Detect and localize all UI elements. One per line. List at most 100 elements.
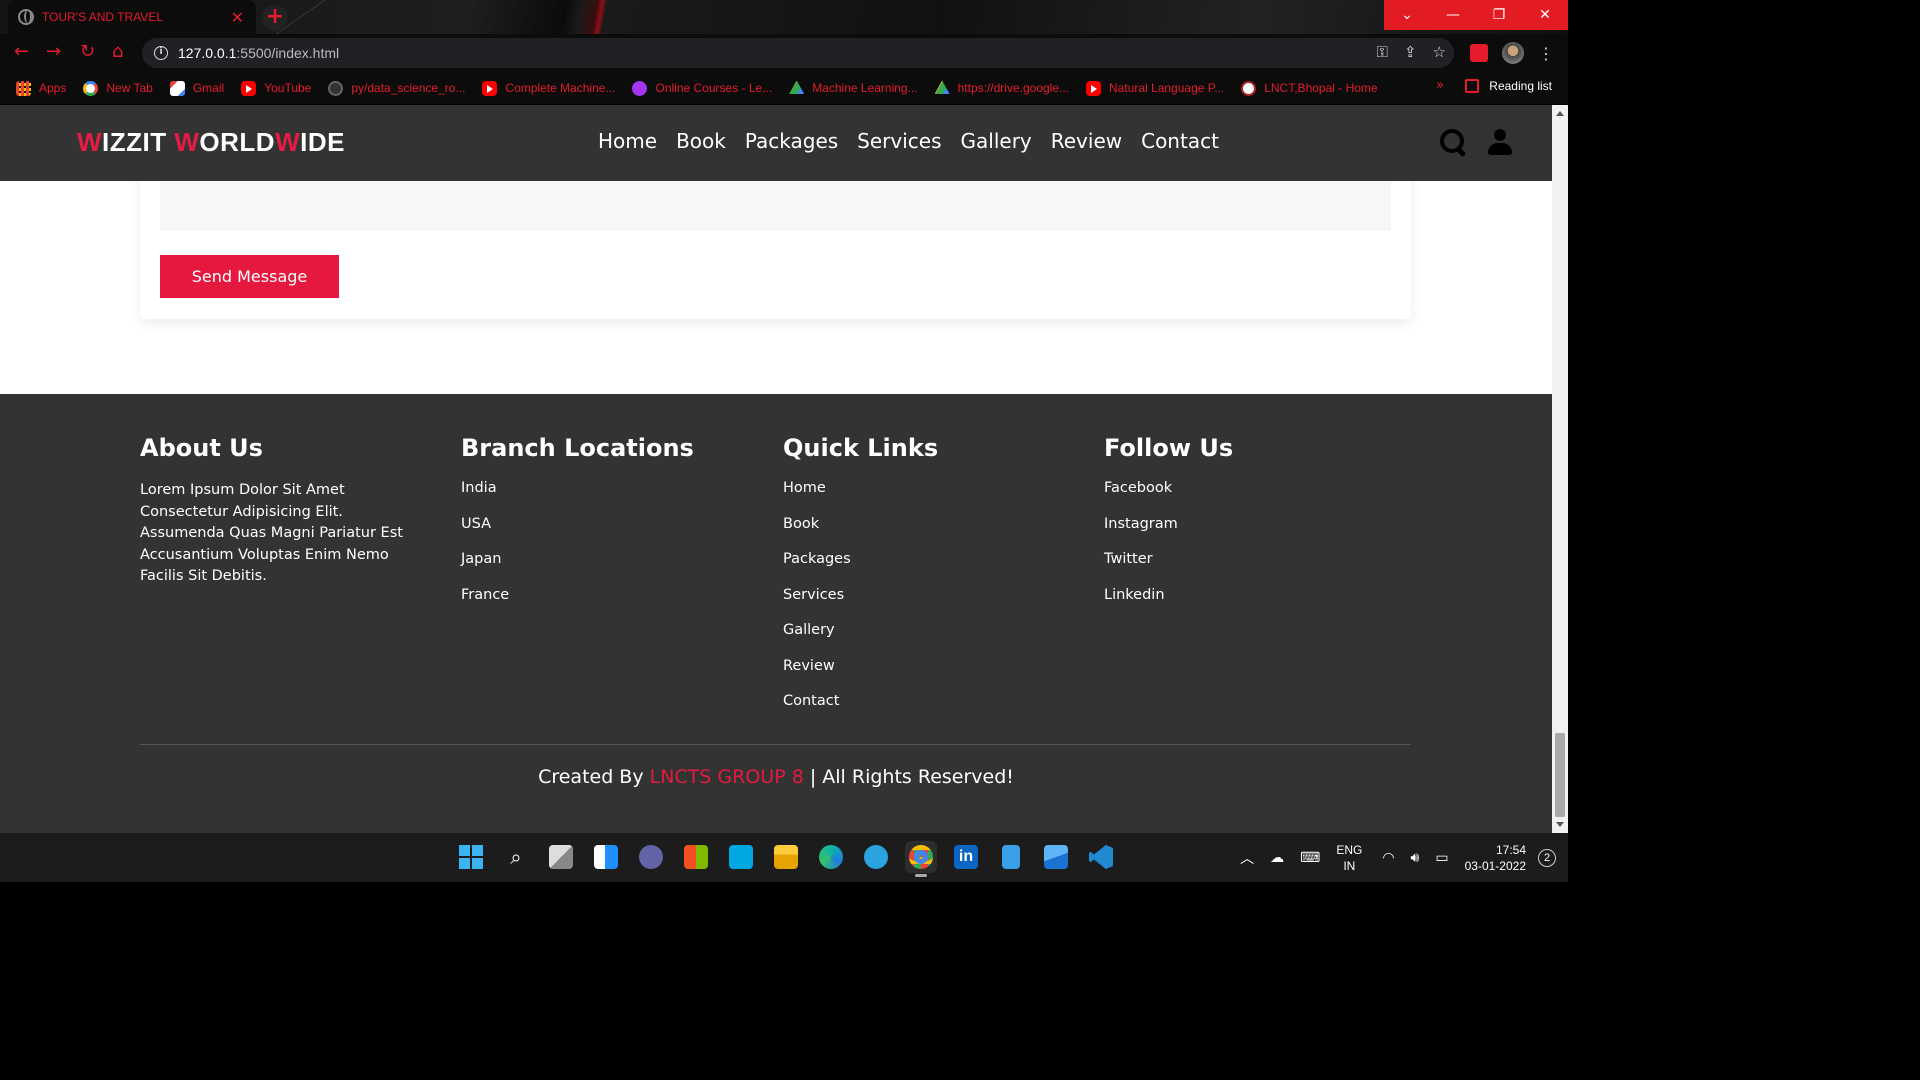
branch-link[interactable]: USA <box>461 516 694 552</box>
battery-icon[interactable]: ▭ <box>1435 849 1448 866</box>
branch-link[interactable]: France <box>461 587 694 623</box>
social-link[interactable]: Instagram <box>1104 516 1233 552</box>
home-icon[interactable]: ⌂ <box>112 42 123 62</box>
reading-list-label: Reading list <box>1489 79 1552 93</box>
vscode[interactable] <box>1085 841 1117 873</box>
nav-home[interactable]: Home <box>598 129 657 153</box>
quick-link[interactable]: Book <box>783 516 938 552</box>
extension-icon[interactable] <box>1470 44 1488 62</box>
reload-icon[interactable]: ↻ <box>80 42 95 62</box>
quick-link[interactable]: Packages <box>783 551 938 587</box>
bookmark-gmail[interactable]: Gmail <box>169 80 224 96</box>
site-footer: About Us Lorem Ipsum Dolor Sit Amet Cons… <box>0 394 1552 833</box>
wifi-icon[interactable]: ◠ <box>1382 849 1394 866</box>
footer-about: About Us Lorem Ipsum Dolor Sit Amet Cons… <box>140 434 430 588</box>
bookmark-youtube[interactable]: YouTube <box>241 80 311 96</box>
chrome[interactable] <box>905 841 937 877</box>
branch-link[interactable]: Japan <box>461 551 694 587</box>
start-button[interactable] <box>455 841 487 873</box>
nav-services[interactable]: Services <box>857 129 941 153</box>
nav-packages[interactable]: Packages <box>745 129 838 153</box>
browser-tab[interactable]: TOUR'S AND TRAVEL ✕ <box>8 0 256 34</box>
quick-link[interactable]: Gallery <box>783 622 938 658</box>
new-tab-button[interactable]: + <box>262 5 288 31</box>
edge[interactable] <box>815 841 847 873</box>
logo-letter: W <box>174 127 200 157</box>
about-text: Lorem Ipsum Dolor Sit Amet Consectetur A… <box>140 482 403 584</box>
key-icon[interactable]: ⚿ <box>1377 43 1388 61</box>
branch-link[interactable]: India <box>461 480 694 516</box>
keyboard-icon[interactable]: ⌨ <box>1300 849 1320 866</box>
url-host: 127.0.0.1 <box>178 45 237 61</box>
widgets[interactable] <box>590 841 622 873</box>
nav-gallery[interactable]: Gallery <box>961 129 1032 153</box>
bookmark-machine-learning[interactable]: Machine Learning... <box>789 80 918 96</box>
search-icon[interactable] <box>1440 129 1466 157</box>
star-icon[interactable]: ☆ <box>1433 43 1446 61</box>
quick-link[interactable]: Contact <box>783 693 938 729</box>
bookmark-github[interactable]: py/data_science_ro... <box>328 80 465 96</box>
tab-close-icon[interactable]: ✕ <box>231 8 244 27</box>
prime-video[interactable] <box>725 841 757 873</box>
notepad[interactable] <box>995 841 1027 873</box>
quick-link[interactable]: Review <box>783 658 938 694</box>
send-message-button[interactable]: Send Message <box>160 255 339 298</box>
linkedin-icon: in <box>954 845 978 869</box>
page-scrollbar[interactable] <box>1552 105 1568 833</box>
bookmark-label: https://drive.google... <box>957 81 1070 95</box>
address-bar[interactable]: i 127.0.0.1:5500/index.html ⚿ ⇪ ☆ <box>142 38 1454 68</box>
taskbar-search[interactable]: ⌕ <box>500 841 532 873</box>
telegram[interactable] <box>860 841 892 873</box>
quick-link[interactable]: Services <box>783 587 938 623</box>
notification-badge[interactable]: 2 <box>1538 848 1556 867</box>
url-path: :5500/index.html <box>236 45 340 61</box>
widgets-icon <box>594 845 618 869</box>
nav-review[interactable]: Review <box>1051 129 1122 153</box>
scrollbar-thumb[interactable] <box>1555 733 1565 817</box>
linkedin[interactable]: in <box>950 841 982 873</box>
microsoft-store[interactable] <box>680 841 712 873</box>
bookmark-online-courses[interactable]: Online Courses - Le... <box>632 80 772 96</box>
social-link[interactable]: Twitter <box>1104 551 1233 587</box>
bookmark-lnct[interactable]: LNCT,Bhopal - Home <box>1241 80 1378 96</box>
scroll-up-icon[interactable] <box>1556 111 1564 116</box>
branches-title: Branch Locations <box>461 434 694 462</box>
mail[interactable] <box>1040 841 1072 873</box>
restore-icon[interactable]: ❐ <box>1476 0 1522 30</box>
more-bookmarks-icon[interactable]: » <box>1436 78 1444 93</box>
site-info-icon[interactable]: i <box>154 46 168 60</box>
back-icon[interactable]: ← <box>14 42 29 62</box>
task-view[interactable] <box>545 841 577 873</box>
folder-icon <box>774 845 798 869</box>
nav-book[interactable]: Book <box>676 129 726 153</box>
bookmark-drive[interactable]: https://drive.google... <box>934 80 1070 96</box>
bookmark-apps[interactable]: Apps <box>16 80 66 96</box>
language-indicator[interactable]: ENG IN <box>1336 842 1362 874</box>
nav-contact[interactable]: Contact <box>1141 129 1219 153</box>
site-logo[interactable]: WIZZIT WORLDWIDE <box>77 127 345 158</box>
onedrive-cloud-icon[interactable]: ☁ <box>1270 849 1284 866</box>
teams-chat[interactable] <box>635 841 667 873</box>
bookmark-nlp[interactable]: Natural Language P... <box>1086 80 1224 96</box>
omnibox-actions: ⚿ ⇪ ☆ <box>1377 43 1446 61</box>
minimize-icon[interactable]: — <box>1430 0 1476 30</box>
scroll-down-icon[interactable] <box>1556 822 1564 827</box>
user-icon[interactable] <box>1488 129 1512 157</box>
bookmark-new-tab[interactable]: New Tab <box>83 80 153 96</box>
reading-list-button[interactable]: Reading list <box>1465 79 1552 93</box>
clock[interactable]: 17:54 03-01-2022 <box>1465 842 1526 874</box>
bookmark-complete-ml[interactable]: Complete Machine... <box>482 80 615 96</box>
close-window-icon[interactable]: ✕ <box>1522 0 1568 30</box>
volume-icon[interactable]: 🔊︎ <box>1411 849 1420 866</box>
share-icon[interactable]: ⇪ <box>1404 43 1417 61</box>
social-link[interactable]: Facebook <box>1104 480 1233 516</box>
forward-icon[interactable]: → <box>46 42 61 62</box>
chevron-up-icon[interactable]: ︿ <box>1240 848 1254 868</box>
time: 17:54 <box>1495 842 1526 857</box>
quick-link[interactable]: Home <box>783 480 938 516</box>
tab-search-icon[interactable]: ⌄ <box>1384 0 1430 30</box>
browser-menu-icon[interactable]: ⋮ <box>1538 44 1554 63</box>
file-explorer[interactable] <box>770 841 802 873</box>
social-link[interactable]: Linkedin <box>1104 587 1233 623</box>
profile-avatar[interactable] <box>1502 42 1524 64</box>
